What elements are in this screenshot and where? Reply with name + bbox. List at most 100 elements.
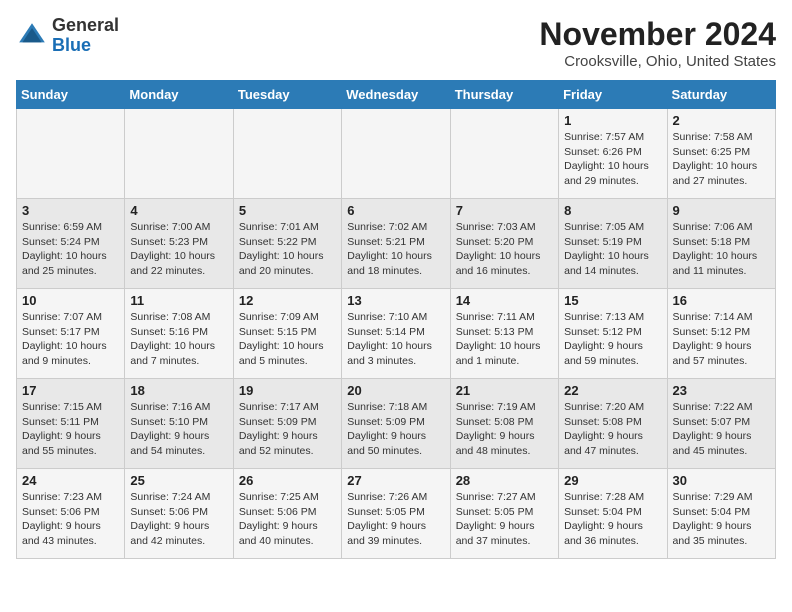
- calendar-cell: 21 Sunrise: 7:19 AMSunset: 5:08 PMDayligh…: [450, 379, 558, 469]
- day-info: Sunrise: 7:23 AMSunset: 5:06 PMDaylight:…: [22, 490, 119, 549]
- calendar-cell: 17 Sunrise: 7:15 AMSunset: 5:11 PMDayligh…: [17, 379, 125, 469]
- day-number: 25: [130, 473, 227, 488]
- day-info: Sunrise: 7:08 AMSunset: 5:16 PMDaylight:…: [130, 310, 227, 369]
- location: Crooksville, Ohio, United States: [539, 53, 776, 70]
- day-number: 12: [239, 293, 336, 308]
- calendar-cell: 19 Sunrise: 7:17 AMSunset: 5:09 PMDayligh…: [233, 379, 341, 469]
- calendar-cell: 29 Sunrise: 7:28 AMSunset: 5:04 PMDayligh…: [559, 469, 667, 559]
- day-info: Sunrise: 7:14 AMSunset: 5:12 PMDaylight:…: [673, 310, 770, 369]
- calendar-cell: [233, 109, 341, 199]
- calendar-cell: 12Sunrise: 7:09 AMSunset: 5:15 PMDayligh…: [233, 289, 341, 379]
- calendar-cell: [450, 109, 558, 199]
- calendar-week-2: 3Sunrise: 6:59 AMSunset: 5:24 PMDaylight…: [17, 199, 776, 289]
- calendar-cell: 20 Sunrise: 7:18 AMSunset: 5:09 PMDayligh…: [342, 379, 450, 469]
- calendar-cell: 16 Sunrise: 7:14 AMSunset: 5:12 PMDayligh…: [667, 289, 775, 379]
- calendar-cell: [17, 109, 125, 199]
- day-number: 17: [22, 383, 119, 398]
- calendar-cell: 6 Sunrise: 7:02 AMSunset: 5:21 PMDaylight…: [342, 199, 450, 289]
- weekday-header-friday: Friday: [559, 81, 667, 109]
- calendar-cell: 5Sunrise: 7:01 AMSunset: 5:22 PMDaylight…: [233, 199, 341, 289]
- day-info: Sunrise: 7:18 AMSunset: 5:09 PMDaylight:…: [347, 400, 444, 459]
- calendar-cell: 7Sunrise: 7:03 AMSunset: 5:20 PMDaylight…: [450, 199, 558, 289]
- calendar-cell: 25 Sunrise: 7:24 AMSunset: 5:06 PMDayligh…: [125, 469, 233, 559]
- calendar-cell: 23Sunrise: 7:22 AMSunset: 5:07 PMDayligh…: [667, 379, 775, 469]
- day-number: 5: [239, 203, 336, 218]
- day-info: Sunrise: 7:03 AMSunset: 5:20 PMDaylight:…: [456, 220, 553, 279]
- calendar-cell: 30 Sunrise: 7:29 AMSunset: 5:04 PMDayligh…: [667, 469, 775, 559]
- day-info: Sunrise: 7:28 AMSunset: 5:04 PMDaylight:…: [564, 490, 661, 549]
- day-number: 16: [673, 293, 770, 308]
- day-info: Sunrise: 7:25 AMSunset: 5:06 PMDaylight:…: [239, 490, 336, 549]
- day-number: 26: [239, 473, 336, 488]
- weekday-header-thursday: Thursday: [450, 81, 558, 109]
- day-number: 27: [347, 473, 444, 488]
- day-info: Sunrise: 7:29 AMSunset: 5:04 PMDaylight:…: [673, 490, 770, 549]
- calendar-cell: 10 Sunrise: 7:07 AMSunset: 5:17 PMDayligh…: [17, 289, 125, 379]
- day-info: Sunrise: 7:16 AMSunset: 5:10 PMDaylight:…: [130, 400, 227, 459]
- day-number: 10: [22, 293, 119, 308]
- day-number: 4: [130, 203, 227, 218]
- weekday-header-row: SundayMondayTuesdayWednesdayThursdayFrid…: [17, 81, 776, 109]
- day-number: 20: [347, 383, 444, 398]
- day-info: Sunrise: 7:17 AMSunset: 5:09 PMDaylight:…: [239, 400, 336, 459]
- day-info: Sunrise: 7:24 AMSunset: 5:06 PMDaylight:…: [130, 490, 227, 549]
- day-number: 21: [456, 383, 553, 398]
- calendar-week-5: 24 Sunrise: 7:23 AMSunset: 5:06 PMDayligh…: [17, 469, 776, 559]
- day-info: Sunrise: 7:58 AMSunset: 6:25 PMDaylight:…: [673, 130, 770, 189]
- calendar-cell: [342, 109, 450, 199]
- calendar-week-3: 10 Sunrise: 7:07 AMSunset: 5:17 PMDayligh…: [17, 289, 776, 379]
- calendar-cell: 13 Sunrise: 7:10 AMSunset: 5:14 PMDayligh…: [342, 289, 450, 379]
- day-number: 18: [130, 383, 227, 398]
- calendar-cell: 27 Sunrise: 7:26 AMSunset: 5:05 PMDayligh…: [342, 469, 450, 559]
- day-number: 3: [22, 203, 119, 218]
- day-info: Sunrise: 7:10 AMSunset: 5:14 PMDaylight:…: [347, 310, 444, 369]
- calendar-cell: 8 Sunrise: 7:05 AMSunset: 5:19 PMDaylight…: [559, 199, 667, 289]
- logo: General Blue: [16, 16, 119, 56]
- calendar-cell: 24 Sunrise: 7:23 AMSunset: 5:06 PMDayligh…: [17, 469, 125, 559]
- calendar-cell: 11 Sunrise: 7:08 AMSunset: 5:16 PMDayligh…: [125, 289, 233, 379]
- weekday-header-tuesday: Tuesday: [233, 81, 341, 109]
- calendar-cell: 3Sunrise: 6:59 AMSunset: 5:24 PMDaylight…: [17, 199, 125, 289]
- day-info: Sunrise: 7:00 AMSunset: 5:23 PMDaylight:…: [130, 220, 227, 279]
- day-info: Sunrise: 7:57 AMSunset: 6:26 PMDaylight:…: [564, 130, 661, 189]
- day-info: Sunrise: 7:19 AMSunset: 5:08 PMDaylight:…: [456, 400, 553, 459]
- day-number: 30: [673, 473, 770, 488]
- day-number: 19: [239, 383, 336, 398]
- day-number: 8: [564, 203, 661, 218]
- calendar-cell: 28Sunrise: 7:27 AMSunset: 5:05 PMDayligh…: [450, 469, 558, 559]
- day-number: 9: [673, 203, 770, 218]
- title-block: November 2024 Crooksville, Ohio, United …: [539, 16, 776, 70]
- day-info: Sunrise: 7:22 AMSunset: 5:07 PMDaylight:…: [673, 400, 770, 459]
- day-info: Sunrise: 7:15 AMSunset: 5:11 PMDaylight:…: [22, 400, 119, 459]
- day-number: 6: [347, 203, 444, 218]
- weekday-header-monday: Monday: [125, 81, 233, 109]
- day-info: Sunrise: 7:11 AMSunset: 5:13 PMDaylight:…: [456, 310, 553, 369]
- day-info: Sunrise: 7:27 AMSunset: 5:05 PMDaylight:…: [456, 490, 553, 549]
- logo-text: General Blue: [52, 16, 119, 56]
- day-number: 13: [347, 293, 444, 308]
- calendar-cell: 1 Sunrise: 7:57 AMSunset: 6:26 PMDaylight…: [559, 109, 667, 199]
- calendar-week-4: 17 Sunrise: 7:15 AMSunset: 5:11 PMDayligh…: [17, 379, 776, 469]
- page-header: General Blue November 2024 Crooksville, …: [16, 16, 776, 70]
- weekday-header-sunday: Sunday: [17, 81, 125, 109]
- day-number: 24: [22, 473, 119, 488]
- day-info: Sunrise: 7:05 AMSunset: 5:19 PMDaylight:…: [564, 220, 661, 279]
- day-info: Sunrise: 7:02 AMSunset: 5:21 PMDaylight:…: [347, 220, 444, 279]
- day-number: 29: [564, 473, 661, 488]
- logo-icon: [16, 20, 48, 52]
- day-number: 2: [673, 113, 770, 128]
- calendar-cell: 22Sunrise: 7:20 AMSunset: 5:08 PMDayligh…: [559, 379, 667, 469]
- day-info: Sunrise: 7:20 AMSunset: 5:08 PMDaylight:…: [564, 400, 661, 459]
- day-number: 11: [130, 293, 227, 308]
- calendar-cell: 4 Sunrise: 7:00 AMSunset: 5:23 PMDaylight…: [125, 199, 233, 289]
- calendar-cell: [125, 109, 233, 199]
- calendar-week-1: 1 Sunrise: 7:57 AMSunset: 6:26 PMDaylight…: [17, 109, 776, 199]
- day-number: 1: [564, 113, 661, 128]
- calendar-cell: 15Sunrise: 7:13 AMSunset: 5:12 PMDayligh…: [559, 289, 667, 379]
- day-info: Sunrise: 7:26 AMSunset: 5:05 PMDaylight:…: [347, 490, 444, 549]
- month-title: November 2024: [539, 16, 776, 53]
- day-info: Sunrise: 7:07 AMSunset: 5:17 PMDaylight:…: [22, 310, 119, 369]
- day-info: Sunrise: 7:06 AMSunset: 5:18 PMDaylight:…: [673, 220, 770, 279]
- calendar-cell: 18 Sunrise: 7:16 AMSunset: 5:10 PMDayligh…: [125, 379, 233, 469]
- calendar-cell: 9 Sunrise: 7:06 AMSunset: 5:18 PMDaylight…: [667, 199, 775, 289]
